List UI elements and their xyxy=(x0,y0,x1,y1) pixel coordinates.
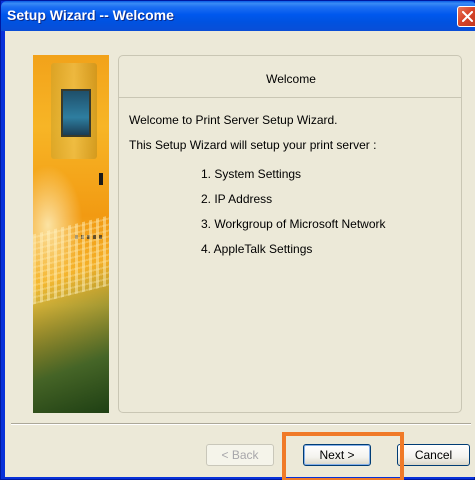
step-item: 2. IP Address xyxy=(201,192,273,206)
button-divider xyxy=(11,423,471,425)
step-item: 3. Workgroup of Microsoft Network xyxy=(201,217,386,231)
close-button[interactable] xyxy=(457,6,475,27)
panel-divider xyxy=(119,97,461,98)
step-item: 1. System Settings xyxy=(201,167,302,181)
panel-title: Welcome xyxy=(266,72,316,86)
window-title: Setup Wizard -- Welcome xyxy=(7,7,174,23)
next-button[interactable]: Next > xyxy=(303,444,371,466)
setup-wizard-window: Setup Wizard -- Welcome Welcome Welcome … xyxy=(0,0,475,480)
close-icon xyxy=(462,11,473,22)
title-bar[interactable]: Setup Wizard -- Welcome xyxy=(1,1,475,31)
cancel-button[interactable]: Cancel xyxy=(397,444,470,466)
dialog-body: Welcome Welcome to Print Server Setup Wi… xyxy=(5,31,475,480)
welcome-panel: Welcome Welcome to Print Server Setup Wi… xyxy=(118,55,462,413)
intro-text-1: Welcome to Print Server Setup Wizard. xyxy=(129,113,338,127)
wizard-side-image xyxy=(33,55,109,413)
intro-text-2: This Setup Wizard will setup your print … xyxy=(129,138,377,152)
back-button[interactable]: < Back xyxy=(206,444,274,466)
step-item: 4. AppleTalk Settings xyxy=(201,242,313,256)
